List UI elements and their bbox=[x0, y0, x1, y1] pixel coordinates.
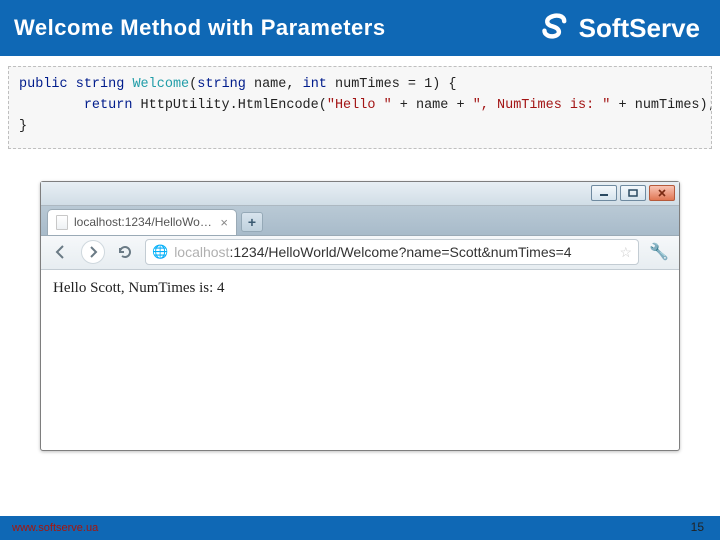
tab-title: localhost:1234/HelloWorld/ bbox=[74, 215, 214, 229]
keyword-return: return bbox=[84, 98, 133, 113]
settings-button[interactable]: 🔧 bbox=[647, 240, 671, 264]
favicon-icon bbox=[56, 215, 68, 230]
minimize-button[interactable] bbox=[591, 185, 617, 201]
keyword-string-2: string bbox=[197, 77, 246, 92]
string-2: ", NumTimes is: " bbox=[473, 98, 611, 113]
globe-icon: 🌐 bbox=[152, 244, 168, 260]
bookmark-star-icon[interactable]: ☆ bbox=[619, 244, 632, 261]
reload-icon bbox=[117, 244, 133, 260]
slide: Welcome Method with Parameters SoftServe… bbox=[0, 0, 720, 540]
url-host: localhost bbox=[174, 244, 229, 260]
close-button[interactable] bbox=[649, 185, 675, 201]
brand: SoftServe bbox=[537, 11, 700, 45]
url-rest: :1234/HelloWorld/Welcome?name=Scott&numT… bbox=[229, 244, 571, 260]
browser-wrap: localhost:1234/HelloWorld/ × + bbox=[8, 181, 712, 451]
maximize-button[interactable] bbox=[620, 185, 646, 201]
back-button[interactable] bbox=[49, 240, 73, 264]
footer-bar: www.softserve.ua bbox=[0, 516, 720, 540]
new-tab-button[interactable]: + bbox=[241, 212, 263, 232]
param-rest: numTimes = 1) { bbox=[327, 77, 457, 92]
slide-body: public string Welcome(string name, int n… bbox=[0, 56, 720, 516]
arrow-left-icon bbox=[53, 244, 69, 260]
plus-1: + name + bbox=[392, 98, 473, 113]
wrench-icon: 🔧 bbox=[649, 242, 669, 262]
page-viewport: Hello Scott, NumTimes is: 4 bbox=[41, 270, 679, 450]
slide-title: Welcome Method with Parameters bbox=[14, 15, 386, 41]
url-text: localhost:1234/HelloWorld/Welcome?name=S… bbox=[174, 244, 613, 260]
brand-text: SoftServe bbox=[579, 13, 700, 44]
nav-toolbar: 🌐 localhost:1234/HelloWorld/Welcome?name… bbox=[41, 236, 679, 270]
maximize-icon bbox=[628, 189, 638, 197]
param-name: name, bbox=[246, 77, 303, 92]
browser-tab[interactable]: localhost:1234/HelloWorld/ × bbox=[47, 209, 237, 235]
keyword-int: int bbox=[303, 77, 327, 92]
indent bbox=[19, 98, 84, 113]
page-output: Hello Scott, NumTimes is: 4 bbox=[53, 280, 667, 297]
page-number: 15 bbox=[691, 518, 704, 536]
tab-close-icon[interactable]: × bbox=[220, 215, 228, 230]
keyword-public: public bbox=[19, 77, 68, 92]
plus-2: + numTimes); bbox=[610, 98, 712, 113]
close-icon bbox=[657, 189, 667, 197]
forward-button[interactable] bbox=[81, 240, 105, 264]
browser-window: localhost:1234/HelloWorld/ × + bbox=[40, 181, 680, 451]
url-bar[interactable]: 🌐 localhost:1234/HelloWorld/Welcome?name… bbox=[145, 239, 639, 265]
header-bar: Welcome Method with Parameters SoftServe bbox=[0, 0, 720, 56]
plus-icon: + bbox=[248, 214, 256, 230]
string-1: "Hello " bbox=[327, 98, 392, 113]
minimize-icon bbox=[599, 189, 609, 197]
keyword-string: string bbox=[76, 77, 125, 92]
reload-button[interactable] bbox=[113, 240, 137, 264]
code-block: public string Welcome(string name, int n… bbox=[8, 66, 712, 149]
arrow-right-icon bbox=[86, 245, 100, 259]
softserve-logo-icon bbox=[537, 11, 571, 45]
call-a: HttpUtility.HtmlEncode( bbox=[132, 98, 326, 113]
ident-welcome: Welcome bbox=[132, 77, 189, 92]
window-titlebar bbox=[41, 182, 679, 206]
brace-close: } bbox=[19, 119, 27, 134]
tab-strip: localhost:1234/HelloWorld/ × + bbox=[41, 206, 679, 236]
footer-url: www.softserve.ua bbox=[12, 522, 98, 534]
